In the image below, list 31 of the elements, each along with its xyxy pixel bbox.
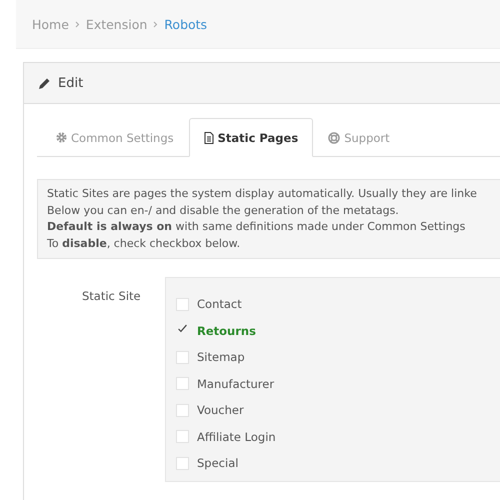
checkbox[interactable] bbox=[176, 298, 189, 311]
chevron-icon bbox=[153, 20, 158, 28]
checkbox-label: Special bbox=[197, 456, 238, 470]
tab[interactable]: Support bbox=[313, 118, 405, 157]
breadcrumb-link[interactable]: Extension bbox=[86, 16, 148, 32]
document-icon bbox=[204, 132, 214, 144]
info-text: Default is always on with same definitions made under Common Settings bbox=[47, 219, 466, 235]
breadcrumb-link[interactable]: Robots bbox=[164, 16, 208, 32]
checkbox-label: Affiliate Login bbox=[197, 430, 276, 444]
checkbox[interactable] bbox=[176, 377, 189, 390]
info-text: To disable, check checkbox below. bbox=[47, 236, 242, 252]
breadcrumb-link[interactable]: Home bbox=[32, 16, 69, 32]
tab[interactable]: Static Pages bbox=[188, 118, 314, 157]
checkbox[interactable] bbox=[176, 404, 189, 417]
info-text: Below you can en-/ and disable the generation of the metatags. bbox=[47, 202, 400, 218]
tab[interactable]: Common Settings bbox=[41, 118, 189, 157]
pencil-icon bbox=[38, 76, 51, 90]
gear-icon bbox=[56, 132, 67, 143]
chevron-icon bbox=[74, 20, 80, 28]
checkbox-label: Sitemap bbox=[197, 350, 245, 364]
checkbox[interactable] bbox=[176, 350, 189, 364]
checkbox-label: Contact bbox=[197, 297, 242, 312]
checkbox[interactable] bbox=[176, 430, 189, 444]
field-label: Static Site bbox=[81, 288, 142, 305]
checkbox[interactable] bbox=[176, 456, 189, 470]
lifebuoy-icon bbox=[328, 132, 340, 144]
checkbox-label: Voucher bbox=[197, 403, 244, 418]
info-text: Static Sites are pages the system display automatically. Usually they are linke bbox=[47, 186, 478, 202]
checkbox-label: Manufacturer bbox=[197, 376, 274, 391]
checkbox-label: Retourns bbox=[197, 324, 256, 338]
panel-title: Edit bbox=[58, 76, 84, 90]
